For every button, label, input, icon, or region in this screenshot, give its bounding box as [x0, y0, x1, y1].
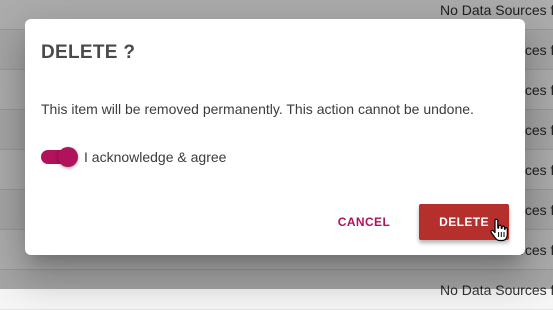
dialog-title: DELETE ?: [41, 42, 136, 63]
hand-pointer-icon: [490, 218, 508, 242]
acknowledge-toggle[interactable]: [41, 147, 79, 167]
dialog-message: This item will be removed permanently. T…: [41, 101, 474, 117]
acknowledge-row: I acknowledge & agree: [41, 147, 226, 167]
acknowledge-label[interactable]: I acknowledge & agree: [84, 149, 226, 165]
delete-dialog: DELETE ? This item will be removed perma…: [25, 19, 525, 255]
cancel-button[interactable]: CANCEL: [329, 204, 399, 240]
toggle-thumb: [58, 147, 78, 167]
